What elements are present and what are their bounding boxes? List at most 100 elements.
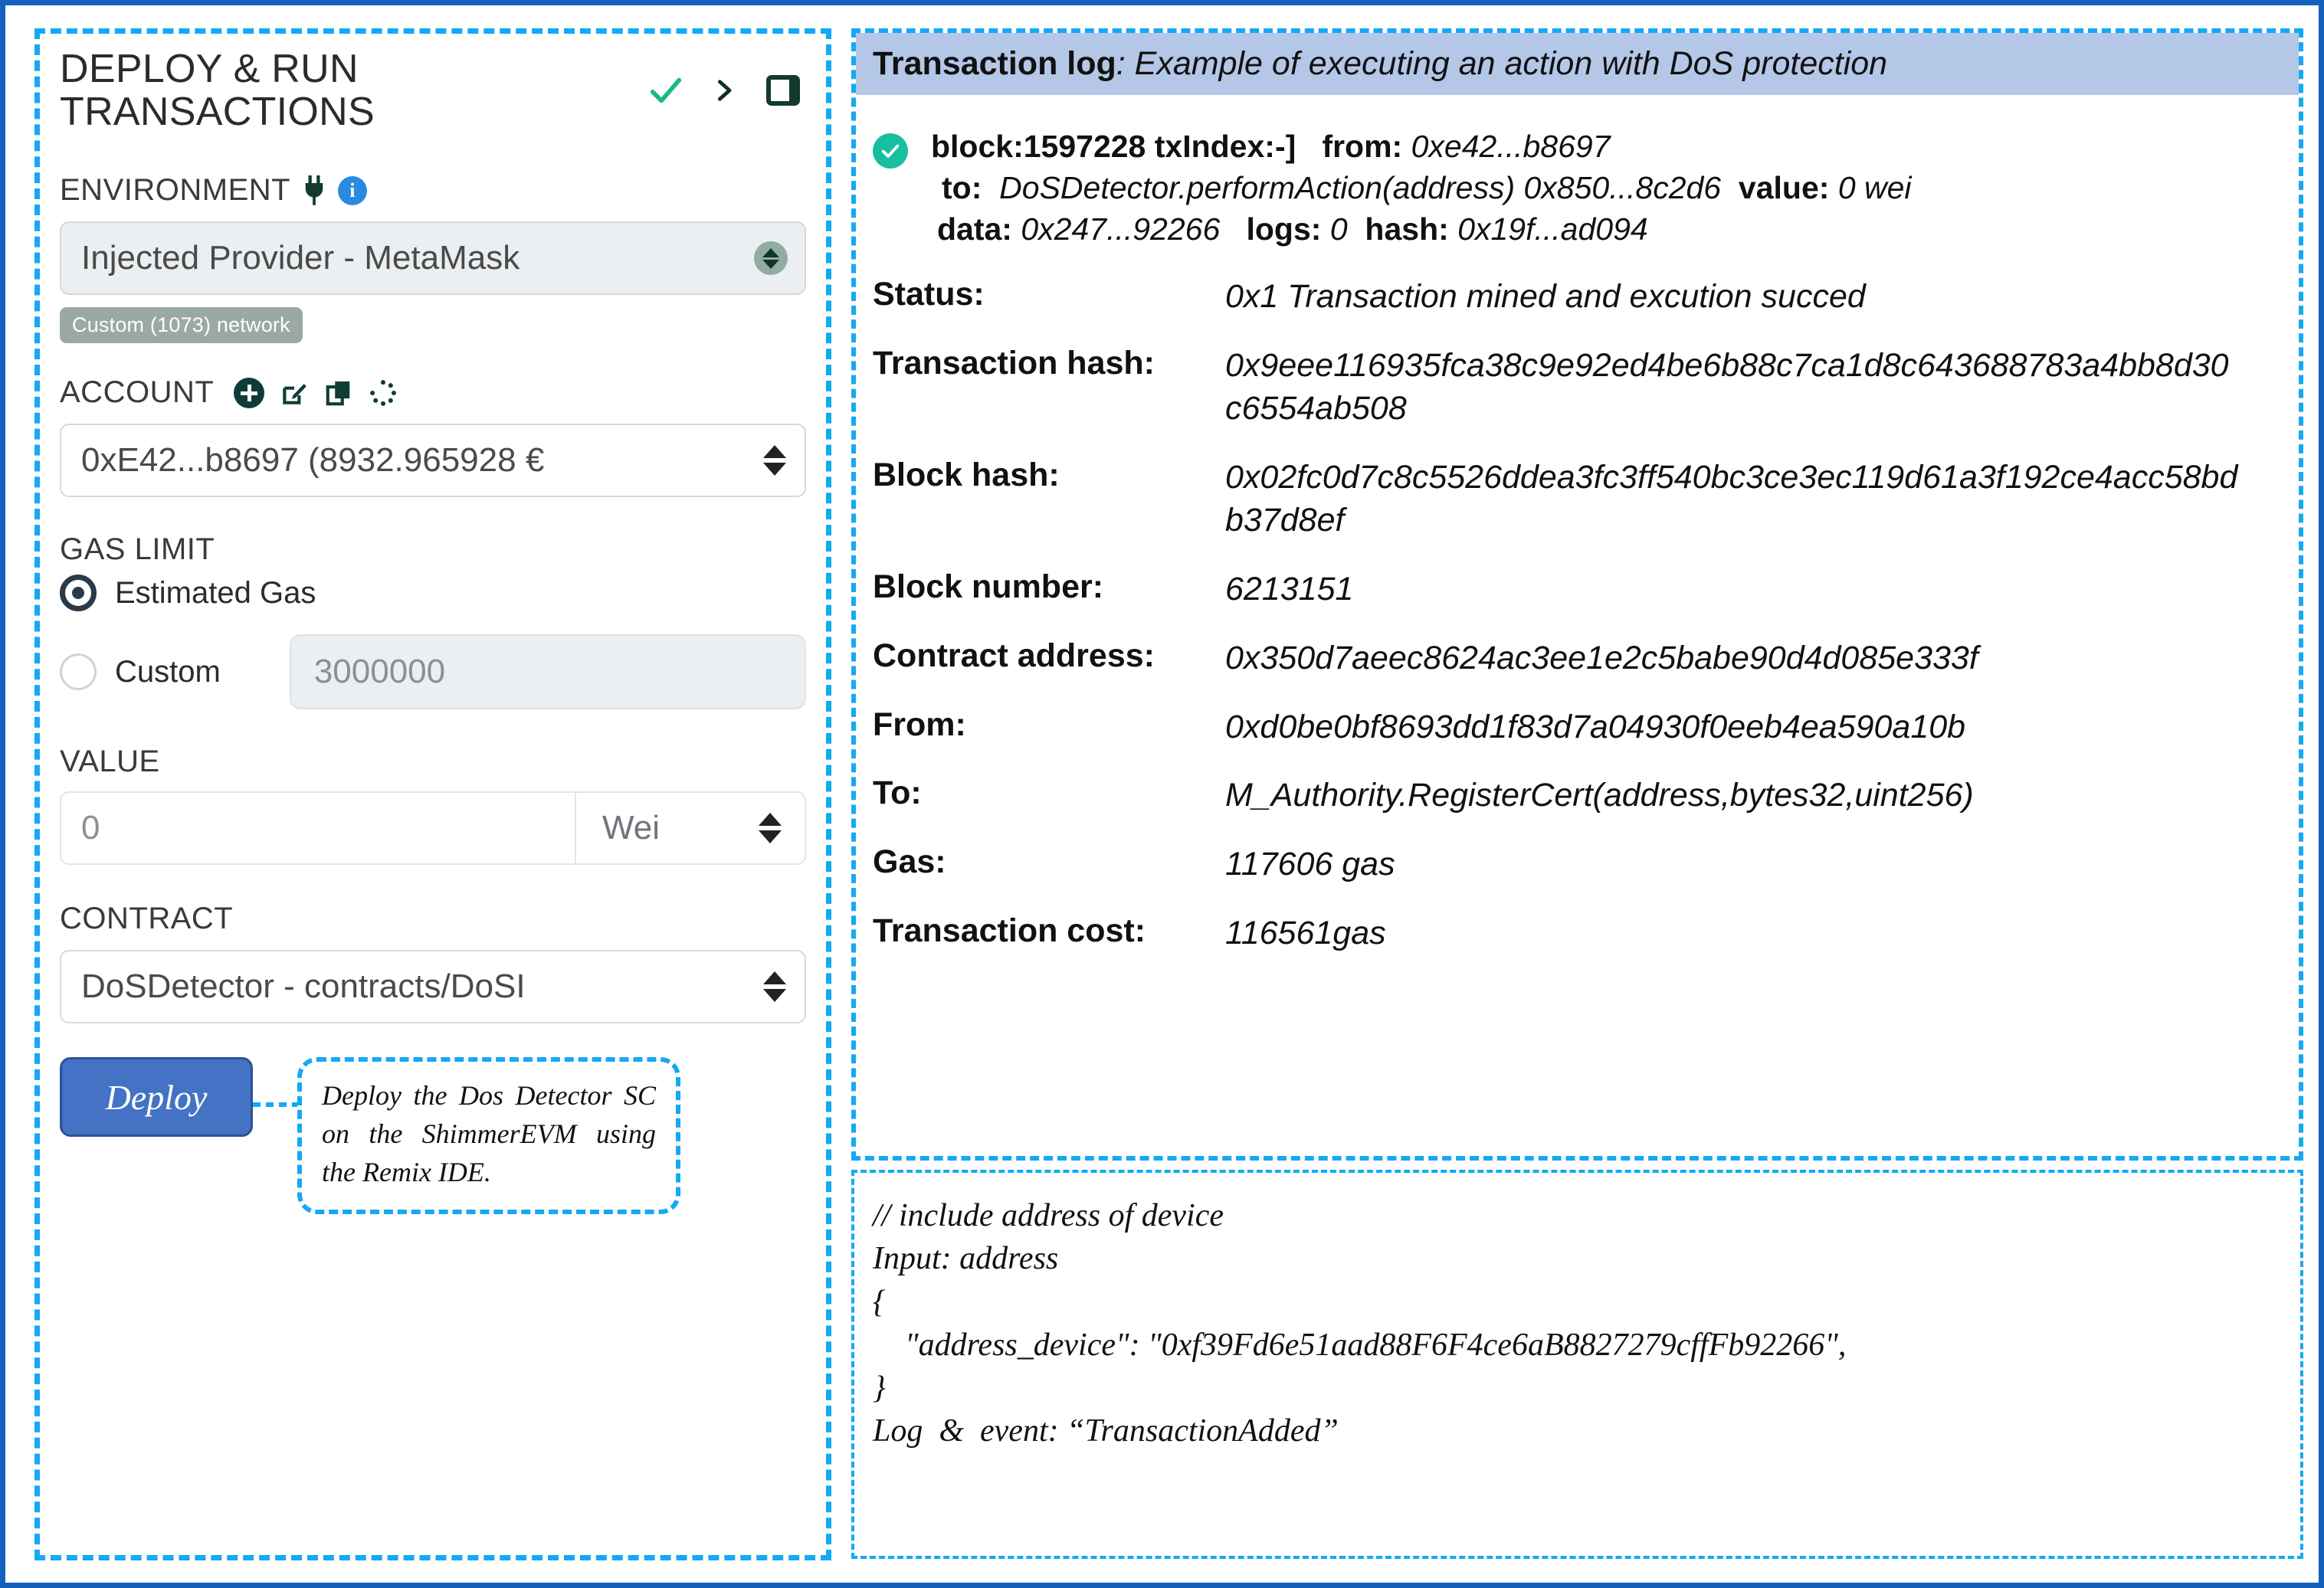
deploy-run-transactions-panel: DEPLOY & RUN TRANSACTIONS ENVIRONMENT i … (34, 28, 831, 1560)
log-row-key: Status: (873, 276, 985, 313)
account-dropdown-arrows[interactable] (762, 445, 788, 476)
environment-selected-value: Injected Provider - MetaMask (81, 239, 520, 277)
contract-dropdown-arrows[interactable] (762, 971, 788, 1003)
code-block-box: // include address of device Input: addr… (851, 1170, 2303, 1559)
account-action-icons (234, 377, 398, 408)
plus-circle-icon[interactable] (234, 377, 265, 408)
estimated-gas-label: Estimated Gas (115, 575, 316, 610)
log-row-key: To: (873, 774, 922, 812)
log-row-value: 0x9eee116935fca38c9e92ed4be6b88c7ca1d8c6… (1225, 347, 2229, 427)
summary-data-key: data: (937, 211, 1012, 247)
transaction-log-subtitle: : Example of executing an action with Do… (1116, 45, 1888, 82)
layout-panel-icon[interactable] (765, 72, 801, 109)
log-row-value: 0x1 Transaction mined and excution succe… (1225, 278, 1866, 316)
summary-logs-key: logs: (1246, 211, 1322, 247)
environment-select[interactable]: Injected Provider - MetaMask (60, 221, 806, 296)
panel-header-icons (648, 47, 806, 109)
account-label-row: ACCOUNT (60, 375, 806, 410)
log-row: Gas: 117606 gas (856, 843, 2299, 886)
chevron-down-icon (762, 259, 779, 269)
transaction-summary: block:1597228 txIndex:-] from: 0xe42...b… (856, 95, 2299, 250)
contract-select[interactable]: DoSDetector - contracts/DoSI (60, 950, 806, 1024)
chevron-right-icon[interactable] (711, 73, 737, 108)
account-selected-value: 0xE42...b8697 (8932.965928 € (81, 441, 545, 480)
value-field-row: 0 Wei (60, 791, 806, 866)
code-block-text: // include address of device Input: addr… (873, 1198, 1847, 1449)
transaction-log-panel: Transaction log: Example of executing an… (851, 28, 2303, 1560)
info-icon[interactable]: i (338, 175, 368, 205)
summary-hash-value: 0x19f...ad094 (1457, 211, 1648, 247)
contract-selected-value: DoSDetector - contracts/DoSI (81, 968, 526, 1006)
contract-label: CONTRACT (60, 902, 234, 936)
environment-label-row: ENVIRONMENT i (60, 173, 806, 208)
log-row: From: 0xd0be0bf8693dd1f83d7a04930f0eeb4ea… (856, 706, 2299, 749)
chevron-down-icon (763, 989, 786, 1003)
value-label: VALUE (60, 745, 160, 779)
environment-dropdown-arrows[interactable] (754, 241, 788, 276)
log-row-value: M_Authority.RegisterCert(address,bytes32… (1225, 777, 1974, 814)
log-row: Contract address: 0x350d7aeec8624ac3ee1e2… (856, 637, 2299, 680)
log-row-key: Gas: (873, 843, 946, 881)
summary-line-1: block:1597228 txIndex:-] from: 0xe42...b… (931, 126, 1912, 167)
value-unit-select[interactable]: Wei (576, 791, 806, 866)
check-icon[interactable] (648, 73, 683, 108)
copy-icon[interactable] (324, 378, 353, 408)
custom-gas-input[interactable]: 3000000 (289, 634, 806, 710)
log-row-value: 116561gas (1225, 915, 1386, 952)
deploy-button[interactable]: Deploy (60, 1057, 253, 1138)
log-row-value: 0x350d7aeec8624ac3ee1e2c5babe90d4d085e33… (1225, 639, 1978, 676)
summary-to-key: to: (942, 170, 982, 206)
summary-block-label: block:1597228 txIndex:-] (931, 129, 1296, 164)
log-row: Transaction hash: 0x9eee116935fca38c9e92e… (856, 345, 2299, 431)
chevron-up-icon (762, 247, 779, 257)
log-row-key: Contract address: (873, 637, 1155, 674)
account-label: ACCOUNT (60, 375, 215, 410)
deploy-callout-note: Deploy the Dos Detector SC on the Shimme… (297, 1057, 680, 1215)
edit-icon[interactable] (280, 378, 309, 408)
chevron-down-icon (763, 463, 786, 476)
callout-pointer (253, 1097, 297, 1108)
summary-line-3: data: 0x247...92266 logs: 0 hash: 0x19f.… (931, 208, 1912, 250)
log-row: Block number: 6213151 (856, 568, 2299, 611)
account-select[interactable]: 0xE42...b8697 (8932.965928 € (60, 424, 806, 498)
log-row: Transaction cost: 116561gas (856, 912, 2299, 955)
custom-gas-label: Custom (115, 654, 221, 689)
chevron-up-icon (759, 813, 782, 827)
page-title: DEPLOY & RUN TRANSACTIONS (60, 47, 375, 135)
log-row-value: 6213151 (1225, 570, 1354, 607)
log-row-value: 0x02fc0d7c8c5526ddea3fc3ff540bc3ce3ec119… (1225, 459, 2238, 539)
transaction-log-box: Transaction log: Example of executing an… (851, 28, 2303, 1161)
chevron-down-icon (759, 830, 782, 844)
outer-frame: DEPLOY & RUN TRANSACTIONS ENVIRONMENT i … (0, 0, 2324, 1588)
deploy-row: Deploy Deploy the Dos Detector SC on the… (60, 1057, 806, 1215)
log-row-key: Block hash: (873, 457, 1060, 493)
summary-from-key: from: (1322, 129, 1403, 164)
estimated-gas-radio[interactable] (60, 575, 97, 612)
transaction-log-rows: Status: 0x1 Transaction mined and excutio… (856, 276, 2299, 955)
log-row: Status: 0x1 Transaction mined and excutio… (856, 276, 2299, 319)
transaction-log-header: Transaction log: Example of executing an… (856, 33, 2299, 95)
summary-line-2: to: DoSDetector.performAction(address) 0… (931, 167, 1912, 208)
log-row-key: Block number: (873, 568, 1104, 605)
value-input[interactable]: 0 (60, 791, 576, 866)
network-badge: Custom (1073) network (60, 307, 303, 344)
value-unit-arrows[interactable] (757, 813, 783, 844)
log-row: To: M_Authority.RegisterCert(address,byte… (856, 774, 2299, 817)
panel-header: DEPLOY & RUN TRANSACTIONS (60, 47, 806, 133)
plug-icon (303, 175, 326, 206)
log-row: Block hash: 0x02fc0d7c8c5526ddea3fc3ff540… (856, 457, 2299, 542)
gas-limit-label: GAS LIMIT (60, 532, 215, 567)
spinner-icon (369, 378, 398, 408)
summary-value-key: value: (1738, 170, 1830, 206)
log-row-key: From: (873, 706, 966, 743)
success-check-icon (873, 133, 908, 169)
custom-gas-radio[interactable] (60, 653, 97, 691)
value-unit-label: Wei (602, 809, 660, 847)
transaction-log-title: Transaction log (873, 45, 1116, 82)
summary-hash-key: hash: (1365, 211, 1449, 247)
estimated-gas-option[interactable]: Estimated Gas (60, 575, 806, 612)
custom-gas-option[interactable]: Custom 3000000 (60, 634, 806, 710)
summary-from-value: 0xe42...b8697 (1411, 129, 1611, 164)
transaction-summary-lines: block:1597228 txIndex:-] from: 0xe42...b… (931, 126, 1912, 250)
log-row-key: Transaction hash: (873, 345, 1155, 382)
